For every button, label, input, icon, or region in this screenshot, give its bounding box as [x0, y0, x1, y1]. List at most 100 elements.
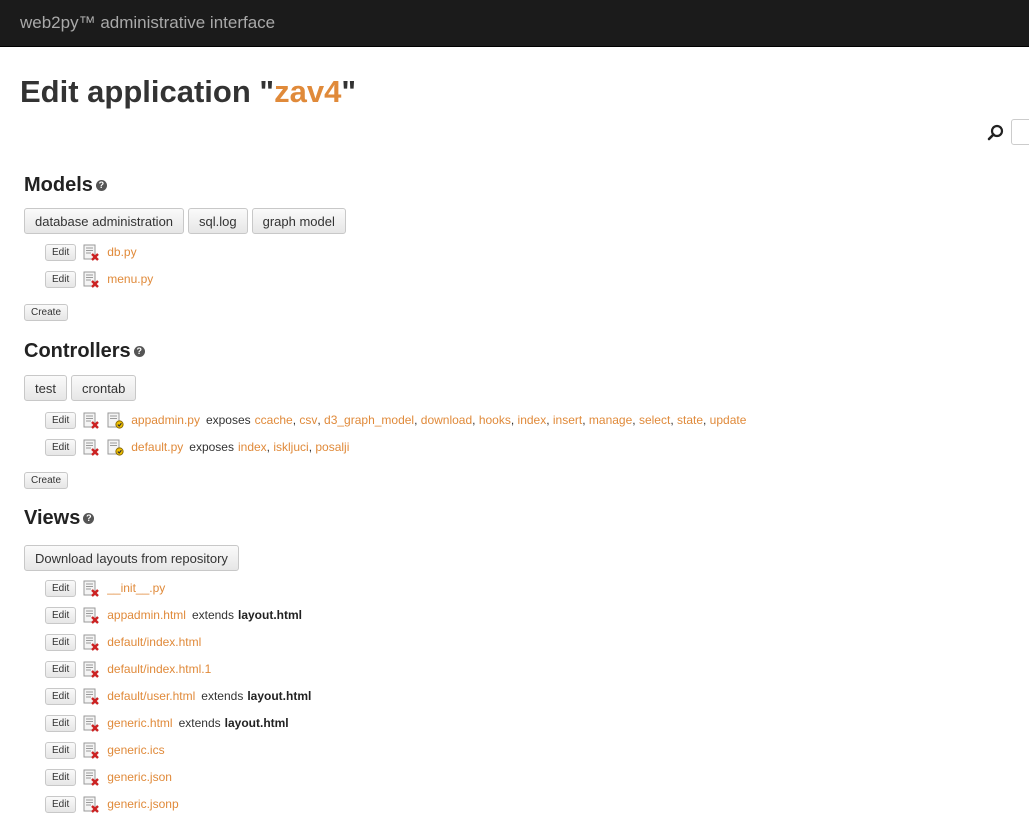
view-file-link[interactable]: generic.html — [107, 716, 172, 730]
controllers-action-button[interactable]: test — [24, 375, 67, 401]
view-file-link[interactable]: __init__.py — [107, 581, 165, 595]
view-file-row: Edit __init__.py — [45, 578, 165, 598]
view-file-row: Edit generic.json — [45, 767, 172, 787]
separator: , — [266, 440, 274, 454]
exposed-function-link[interactable]: d3_graph_model — [324, 413, 414, 427]
edit-button[interactable]: Edit — [45, 606, 77, 624]
edit-button[interactable]: Edit — [45, 687, 77, 705]
separator: , — [308, 440, 316, 454]
exposed-function-link[interactable]: posalji — [315, 440, 349, 454]
views-heading: Views? — [24, 507, 95, 530]
extends-layout: layout.html — [237, 608, 302, 622]
delete-file-icon[interactable] — [83, 271, 100, 288]
test-file-icon[interactable] — [107, 439, 124, 456]
exposed-function-link[interactable]: hooks — [479, 413, 511, 427]
edit-button[interactable]: Edit — [45, 768, 77, 786]
controller-file-link[interactable]: appadmin.py — [131, 413, 200, 427]
delete-file-icon[interactable] — [83, 688, 100, 705]
separator: , — [582, 413, 589, 427]
exposes-label: exposes — [189, 440, 234, 454]
view-file-row: Edit appadmin.html extends layout.html — [45, 605, 302, 625]
edit-button[interactable]: Edit — [45, 633, 77, 651]
controllers-heading-label: Controllers — [24, 340, 131, 362]
models-heading: Models? — [24, 174, 107, 197]
exposed-function-link[interactable]: update — [710, 413, 747, 427]
views-heading-label: Views — [24, 507, 81, 529]
controllers-action-button[interactable]: crontab — [70, 375, 137, 401]
delete-file-icon[interactable] — [83, 580, 100, 597]
exposed-function-link[interactable]: manage — [589, 413, 632, 427]
search-input[interactable] — [1011, 119, 1029, 145]
brand-title[interactable]: web2py™ administrative interface — [20, 13, 275, 33]
edit-button[interactable]: Edit — [45, 795, 77, 813]
controllers-button-group: test crontab — [24, 375, 137, 401]
view-file-link[interactable]: generic.jsonp — [107, 797, 178, 811]
edit-button[interactable]: Edit — [45, 579, 77, 597]
delete-file-icon[interactable] — [83, 661, 100, 678]
exposed-function-link[interactable]: index — [518, 413, 547, 427]
delete-file-icon[interactable] — [83, 439, 100, 456]
view-file-link[interactable]: default/index.html — [107, 635, 201, 649]
help-icon[interactable]: ? — [133, 346, 145, 358]
models-action-button[interactable]: database administration — [24, 208, 185, 234]
model-file-link[interactable]: menu.py — [107, 272, 153, 286]
separator: , — [546, 413, 553, 427]
view-file-link[interactable]: default/user.html — [107, 689, 195, 703]
app-name: zav4 — [274, 74, 342, 109]
edit-button[interactable]: Edit — [45, 411, 77, 429]
edit-button[interactable]: Edit — [45, 714, 77, 732]
top-navbar: web2py™ administrative interface — [0, 0, 1029, 47]
test-file-icon[interactable] — [107, 412, 124, 429]
delete-file-icon[interactable] — [83, 769, 100, 786]
delete-file-icon[interactable] — [83, 634, 100, 651]
view-file-link[interactable]: generic.json — [107, 770, 172, 784]
controller-file-link[interactable]: default.py — [131, 440, 183, 454]
extends-label: extends — [178, 716, 221, 730]
delete-file-icon[interactable] — [83, 796, 100, 813]
edit-button[interactable]: Edit — [45, 741, 77, 759]
separator: , — [472, 413, 479, 427]
models-action-button[interactable]: sql.log — [188, 208, 248, 234]
separator: , — [292, 413, 300, 427]
edit-button[interactable]: Edit — [45, 270, 77, 288]
delete-file-icon[interactable] — [83, 244, 100, 261]
exposes-label: exposes — [205, 413, 251, 427]
separator: , — [670, 413, 677, 427]
extends-layout: layout.html — [224, 716, 289, 730]
model-file-link[interactable]: db.py — [107, 245, 136, 259]
models-button-group: database administration sql.log graph mode… — [24, 208, 346, 234]
help-icon[interactable]: ? — [83, 513, 95, 525]
edit-button[interactable]: Edit — [45, 243, 77, 261]
exposed-function-link[interactable]: insert — [553, 413, 582, 427]
models-action-button[interactable]: graph model — [251, 208, 346, 234]
controller-file-row: Edit appadmin.py exposes ccache, csv, d3_gr… — [45, 410, 746, 430]
download-layouts-button[interactable]: Download layouts from repository — [24, 545, 239, 571]
extends-layout: layout.html — [247, 689, 312, 703]
magnifier-icon[interactable] — [987, 124, 1007, 142]
separator: , — [632, 413, 639, 427]
exposed-function-link[interactable]: index — [238, 440, 267, 454]
page-title: Edit application "zav4" — [20, 74, 356, 110]
models-create-button[interactable]: Create — [24, 304, 69, 321]
edit-button[interactable]: Edit — [45, 438, 77, 456]
controllers-create-button[interactable]: Create — [24, 472, 69, 489]
delete-file-icon[interactable] — [83, 412, 100, 429]
help-icon[interactable]: ? — [95, 180, 107, 192]
models-heading-label: Models — [24, 174, 93, 196]
view-file-link[interactable]: generic.ics — [107, 743, 164, 757]
exposed-function-link[interactable]: state — [677, 413, 703, 427]
exposed-function-link[interactable]: ccache — [255, 413, 293, 427]
exposed-function-link[interactable]: csv — [299, 413, 317, 427]
edit-button[interactable]: Edit — [45, 660, 77, 678]
model-file-row: Edit db.py — [45, 242, 137, 262]
exposed-function-link[interactable]: download — [421, 413, 472, 427]
delete-file-icon[interactable] — [83, 715, 100, 732]
view-file-link[interactable]: default/index.html.1 — [107, 662, 211, 676]
exposed-function-link[interactable]: select — [639, 413, 670, 427]
exposed-function-link[interactable]: iskljuci — [273, 440, 308, 454]
delete-file-icon[interactable] — [83, 742, 100, 759]
view-file-row: Edit default/user.html extends layout.html — [45, 686, 311, 706]
delete-file-icon[interactable] — [83, 607, 100, 624]
view-file-row: Edit generic.ics — [45, 740, 165, 760]
view-file-link[interactable]: appadmin.html — [107, 608, 186, 622]
